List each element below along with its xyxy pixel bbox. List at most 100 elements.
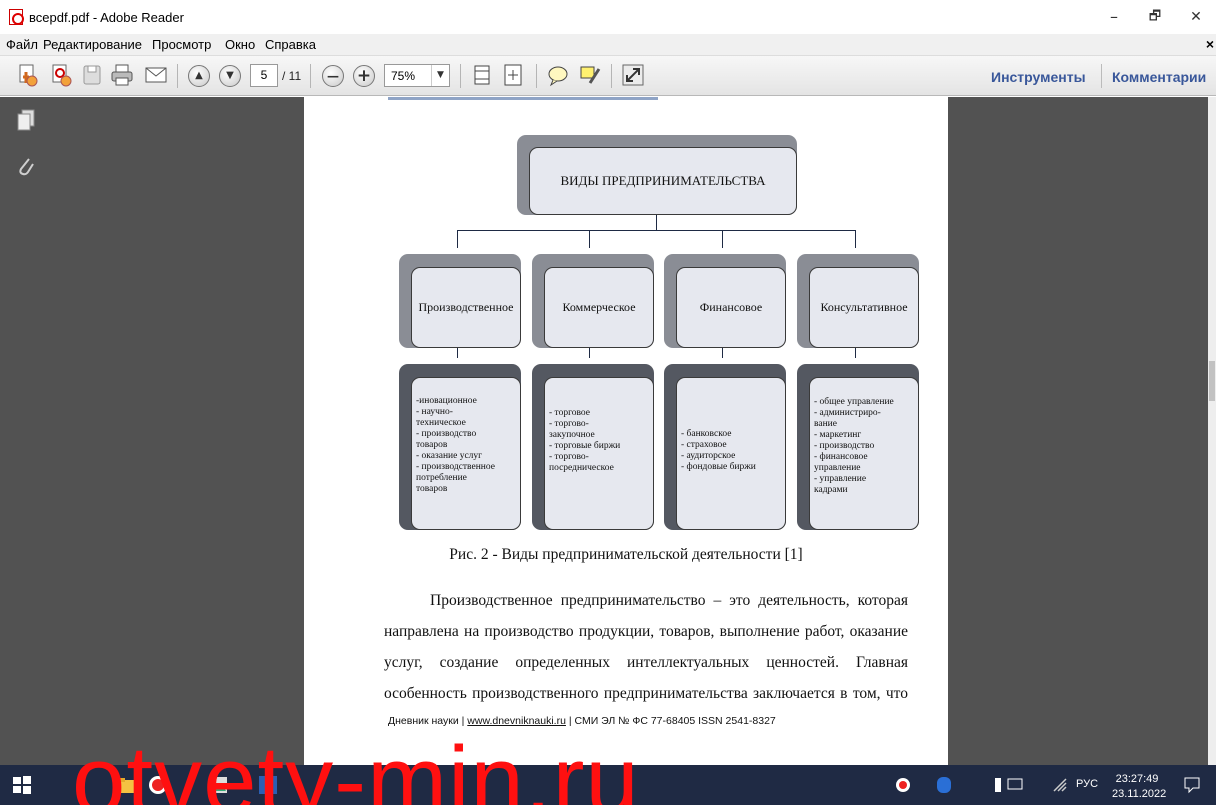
open-file-icon[interactable] [16,63,40,87]
detail-line: потребление [416,473,467,483]
full-screen-icon[interactable] [621,63,645,87]
connector-line [722,230,723,248]
create-pdf-icon[interactable] [49,63,73,87]
detail-line: - управление [814,474,867,484]
connector-line [656,214,657,230]
page-header-rule [388,97,658,100]
detail-line: - производство [814,441,875,451]
system-clock[interactable]: 23:27:49 23.11.2022 [1112,772,1167,802]
toolbar: 5 / 11 75% ▼ Инструменты Комментарии [0,56,1216,96]
detail-line: техническое [416,418,466,428]
zoom-in-button[interactable] [353,65,375,87]
minimize-button[interactable]: – [1099,6,1129,28]
page-footer: Дневник науки | www.dnevniknauki.ru | СМ… [388,715,776,727]
toolbar-separator [177,64,178,88]
paragraph-line: Производственное предпринимательство – э… [430,592,908,609]
menu-edit[interactable]: Редактирование [43,37,142,52]
email-icon[interactable] [144,63,168,87]
toolbar-separator [1101,64,1102,88]
detail-line: - администриро- [814,408,881,418]
menu-help[interactable]: Справка [265,37,316,52]
vertical-scrollbar[interactable] [1208,97,1216,765]
paragraph-line: особенность производственного предприним… [384,685,908,702]
language-indicator[interactable]: РУС [1076,778,1098,790]
detail-line: - научно- [416,407,453,417]
detail-line: товаров [416,440,448,450]
comments-panel-link[interactable]: Комментарии [1112,69,1206,85]
network-icon[interactable] [1007,778,1023,792]
navigation-pane [0,97,50,765]
watermark: otvety-min.ru [72,727,640,805]
detail-line: посредническое [549,463,614,473]
category-label: Консультативное [809,267,919,348]
detail-line: - торговые биржи [549,441,621,451]
previous-page-button[interactable] [188,65,210,87]
diagram-root-label: ВИДЫ ПРЕДПРИНИМАТЕЛЬСТВА [529,147,797,215]
comment-icon[interactable] [546,63,570,87]
pdf-page: ВИДЫ ПРЕДПРИНИМАТЕЛЬСТВА Производственно… [304,97,948,765]
page-thumbnails-icon[interactable] [17,109,35,131]
detail-list: - банковское - страховое - аудиторское - фо… [676,377,786,530]
detail-line: - финансовое [814,452,868,462]
page-number-input[interactable]: 5 [250,64,278,87]
zoom-select[interactable]: 75% ▼ [384,64,450,87]
zoom-out-button[interactable] [322,65,344,87]
next-page-button[interactable] [219,65,241,87]
figure-caption: Рис. 2 - Виды предпринимательской деятел… [449,546,803,563]
scrollbar-thumb[interactable] [1209,361,1215,401]
detail-line: закупочное [549,430,595,440]
attachments-icon[interactable] [17,155,35,177]
bluetooth-icon[interactable] [937,777,951,793]
menu-window[interactable]: Окно [225,37,255,52]
title-bar: всеpdf.pdf - Adobe Reader – 🗗 ✕ [0,0,1216,34]
toolbar-separator [611,64,612,88]
highlight-icon[interactable] [578,63,602,87]
detail-line: - торгово- [549,452,589,462]
paragraph-line: услуг, создание определенных интеллектуа… [384,654,908,671]
menu-file[interactable]: Файл [6,37,38,52]
windows-start-icon[interactable] [12,775,32,795]
category-box: Производственное [399,254,521,348]
detail-line: - аудиторское [681,451,736,461]
tools-panel-link[interactable]: Инструменты [991,69,1086,85]
diagram-root-box: ВИДЫ ПРЕДПРИНИМАТЕЛЬСТВА [517,135,797,215]
detail-line: - общее управление [814,397,894,407]
detail-line: - банковское [681,429,732,439]
detail-line: - производство [416,429,477,439]
print-icon[interactable] [110,63,134,87]
detail-line: - маркетинг [814,430,862,440]
category-label: Производственное [411,267,521,348]
detail-box: - общее управление - администриро-вание - … [797,364,919,530]
save-icon[interactable] [80,63,104,87]
notifications-icon[interactable] [1183,776,1201,794]
paragraph-line: направлена на производство продукции, то… [384,623,908,640]
fit-width-icon[interactable] [501,63,525,87]
yandex-tray-icon[interactable] [895,777,911,793]
adobe-reader-icon [9,9,24,25]
detail-line: вание [814,419,837,429]
detail-line: -иновационное [416,396,477,406]
detail-line: управление [814,463,861,473]
detail-list: -иновационное - научно-техническое - произ… [411,377,521,530]
wifi-icon[interactable] [1052,777,1068,793]
category-box: Коммерческое [532,254,654,348]
footer-link[interactable]: www.dnevniknauki.ru [467,715,566,727]
menu-bar: Файл Редактирование Просмотр Окно Справк… [0,34,1216,56]
toolbar-separator [310,64,311,88]
clock-date: 23.11.2022 [1112,788,1167,800]
category-box: Финансовое [664,254,786,348]
category-box: Консультативное [797,254,919,348]
connector-line [855,230,856,248]
detail-line: - страховое [681,440,727,450]
document-close-icon[interactable]: × [1206,36,1214,52]
maximize-button[interactable]: 🗗 [1140,6,1170,28]
detail-box: - банковское - страховое - аудиторское - фо… [664,364,786,530]
document-viewport[interactable]: ВИДЫ ПРЕДПРИНИМАТЕЛЬСТВА Производственно… [50,97,1208,765]
chevron-down-icon[interactable]: ▼ [431,65,449,86]
fit-page-icon[interactable] [470,63,494,87]
detail-list: - торговое - торгово-закупочное - торговые… [544,377,654,530]
detail-line: - торговое [549,408,590,418]
battery-icon[interactable] [992,777,1004,793]
menu-view[interactable]: Просмотр [152,37,211,52]
close-button[interactable]: ✕ [1181,6,1211,28]
